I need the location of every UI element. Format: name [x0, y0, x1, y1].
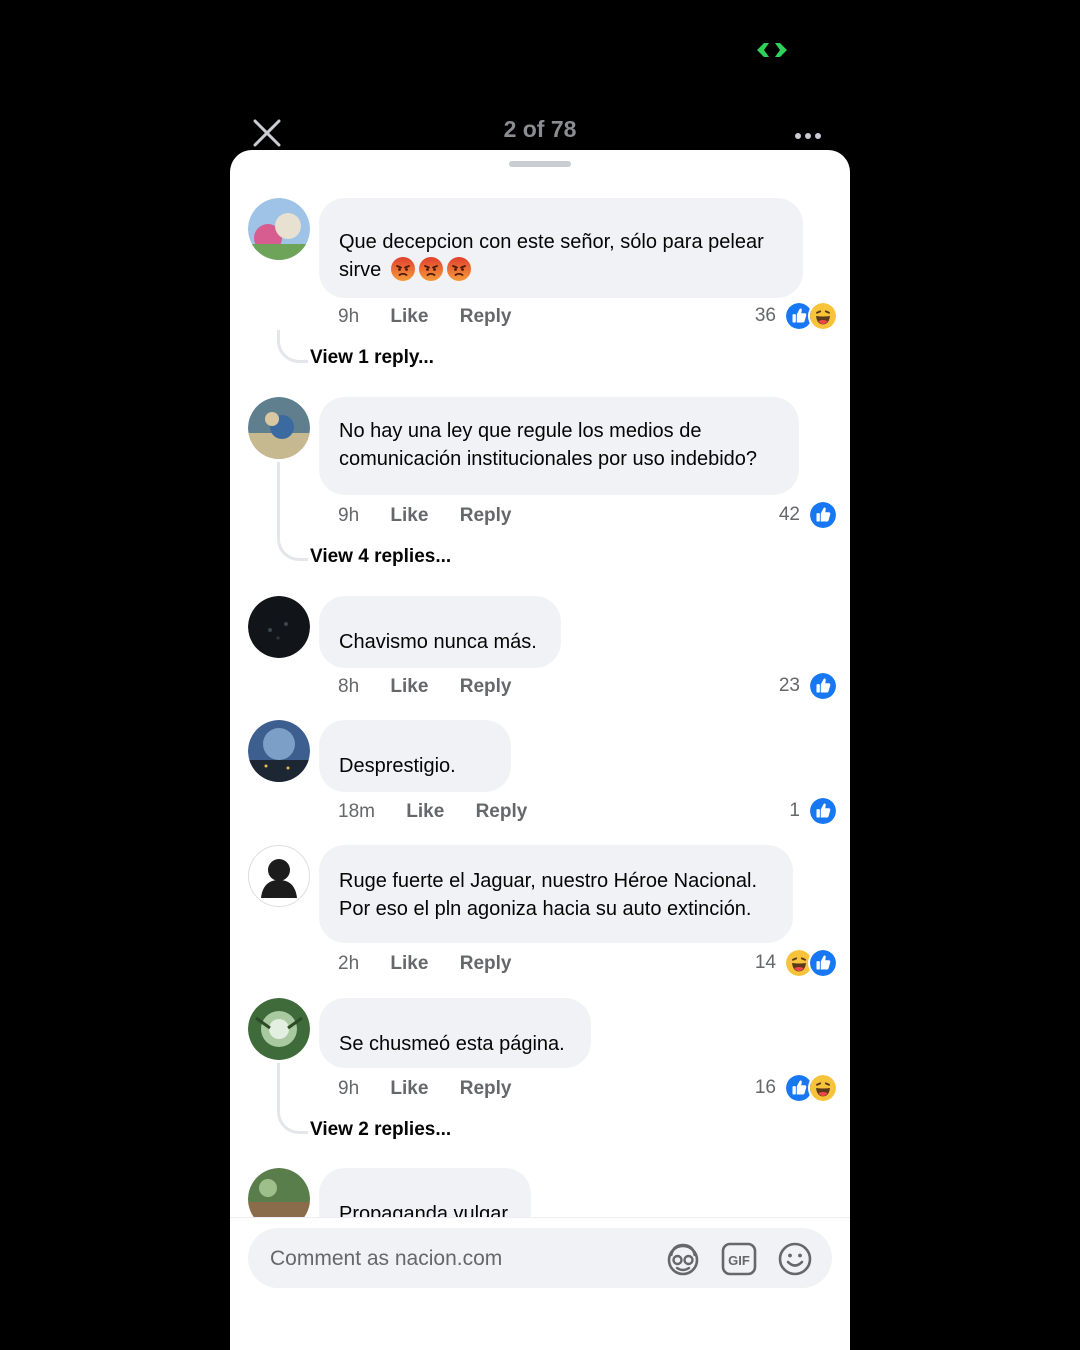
comment-text: Propaganda vulgar [339, 1203, 509, 1217]
reply-thread-line [277, 330, 308, 363]
comments-sheet: Que decepcion con este señor, sólo para … [230, 150, 850, 1350]
avatar[interactable] [248, 1168, 310, 1217]
comment-bubble[interactable]: Que decepcion con este señor, sólo para … [319, 198, 803, 298]
emoji-icon[interactable] [776, 1240, 814, 1278]
like-button[interactable]: Like [390, 676, 428, 698]
comment-bubble[interactable]: Se chusmeó esta página. [319, 998, 591, 1068]
gif-icon[interactable]: GIF [720, 1240, 758, 1278]
reaction-count: 16 [754, 1077, 776, 1098]
reaction-summary[interactable]: 23 [779, 671, 838, 701]
view-replies-link[interactable]: View 2 replies... [310, 1119, 451, 1141]
reply-button[interactable]: Reply [460, 306, 512, 328]
comment-meta: 9h Like Reply [338, 505, 537, 527]
comment-meta: 18m Like Reply [338, 801, 553, 823]
reply-button[interactable]: Reply [460, 676, 512, 698]
like-reaction-icon [808, 500, 838, 530]
comment-time: 9h [338, 1078, 360, 1099]
comment-composer[interactable]: GIF [248, 1228, 832, 1290]
reply-thread-line [277, 1063, 308, 1134]
comment-text: Desprestigio. [339, 755, 456, 777]
comment-author [339, 212, 783, 228]
comment-input[interactable] [268, 1228, 652, 1290]
comment-bubble[interactable]: Ruge fuerte el Jaguar, nuestro Héroe Nac… [319, 845, 793, 943]
angry-face-icon [391, 257, 415, 281]
comment-author [339, 736, 491, 752]
view-replies-link[interactable]: View 1 reply... [310, 347, 434, 369]
more-options-button[interactable] [795, 126, 831, 140]
like-button[interactable]: Like [406, 801, 444, 823]
comment-meta: 8h Like Reply [338, 676, 537, 698]
reply-button[interactable]: Reply [460, 953, 512, 975]
reaction-summary[interactable]: 1 [789, 796, 838, 826]
comment-meta: 9h Like Reply [338, 306, 537, 328]
reply-button[interactable]: Reply [476, 801, 528, 823]
like-reaction-icon [808, 671, 838, 701]
haha-reaction-icon [808, 1073, 838, 1103]
reaction-summary[interactable]: 42 [779, 500, 838, 530]
reaction-count: 1 [789, 800, 800, 821]
comment-meta: 9h Like Reply [338, 1078, 537, 1100]
reaction-count: 36 [754, 305, 776, 326]
comment-time: 9h [338, 505, 360, 526]
avatar[interactable] [248, 845, 310, 907]
close-icon[interactable] [250, 116, 284, 150]
reaction-count: 14 [754, 952, 776, 973]
comment-time: 2h [338, 953, 360, 974]
svg-text:GIF: GIF [728, 1253, 750, 1268]
comment-author [339, 851, 773, 867]
view-replies-link[interactable]: View 4 replies... [310, 546, 451, 568]
screen-recording-icon [757, 43, 787, 57]
comment-list: Que decepcion con este señor, sólo para … [230, 150, 850, 1217]
comment-text: No hay una ley que regule los medios de … [339, 420, 758, 470]
reply-button[interactable]: Reply [460, 1078, 512, 1100]
avatar[interactable] [248, 720, 310, 782]
comment-text: Se chusmeó esta página. [339, 1033, 565, 1055]
reply-thread-line [277, 462, 308, 561]
angry-face-icon [419, 257, 443, 281]
photo-counter: 2 of 78 [503, 116, 577, 142]
comment-time: 8h [338, 676, 360, 697]
comment-meta: 2h Like Reply [338, 953, 537, 975]
like-button[interactable]: Like [390, 953, 428, 975]
reaction-summary[interactable]: 14 [755, 948, 838, 978]
avatar[interactable] [248, 198, 310, 260]
avatar-sticker-icon[interactable] [664, 1240, 702, 1278]
comment-text: Chavismo nunca más. [339, 631, 537, 653]
like-button[interactable]: Like [390, 1078, 428, 1100]
comment-composer-area: GIF [230, 1217, 850, 1350]
reply-button[interactable]: Reply [460, 505, 512, 527]
reaction-summary[interactable]: 36 [755, 301, 838, 331]
comment-bubble[interactable]: No hay una ley que regule los medios de … [319, 397, 799, 495]
reaction-count: 23 [778, 675, 800, 696]
comment-text: Ruge fuerte el Jaguar, nuestro Héroe Nac… [339, 870, 758, 920]
like-reaction-icon [808, 948, 838, 978]
comment-bubble[interactable]: Chavismo nunca más. [319, 596, 561, 668]
avatar[interactable] [248, 998, 310, 1060]
like-reaction-icon [808, 796, 838, 826]
avatar[interactable] [248, 397, 310, 459]
haha-reaction-icon [808, 301, 838, 331]
reaction-summary[interactable]: 16 [755, 1073, 838, 1103]
like-button[interactable]: Like [390, 505, 428, 527]
angry-face-icon [447, 257, 471, 281]
like-button[interactable]: Like [390, 306, 428, 328]
comment-time: 9h [338, 306, 360, 327]
avatar[interactable] [248, 596, 310, 658]
comment-time: 18m [338, 801, 375, 822]
comment-bubble[interactable]: Desprestigio. [319, 720, 511, 792]
reaction-count: 42 [778, 504, 800, 525]
comment-bubble[interactable]: Propaganda vulgar [319, 1168, 531, 1217]
